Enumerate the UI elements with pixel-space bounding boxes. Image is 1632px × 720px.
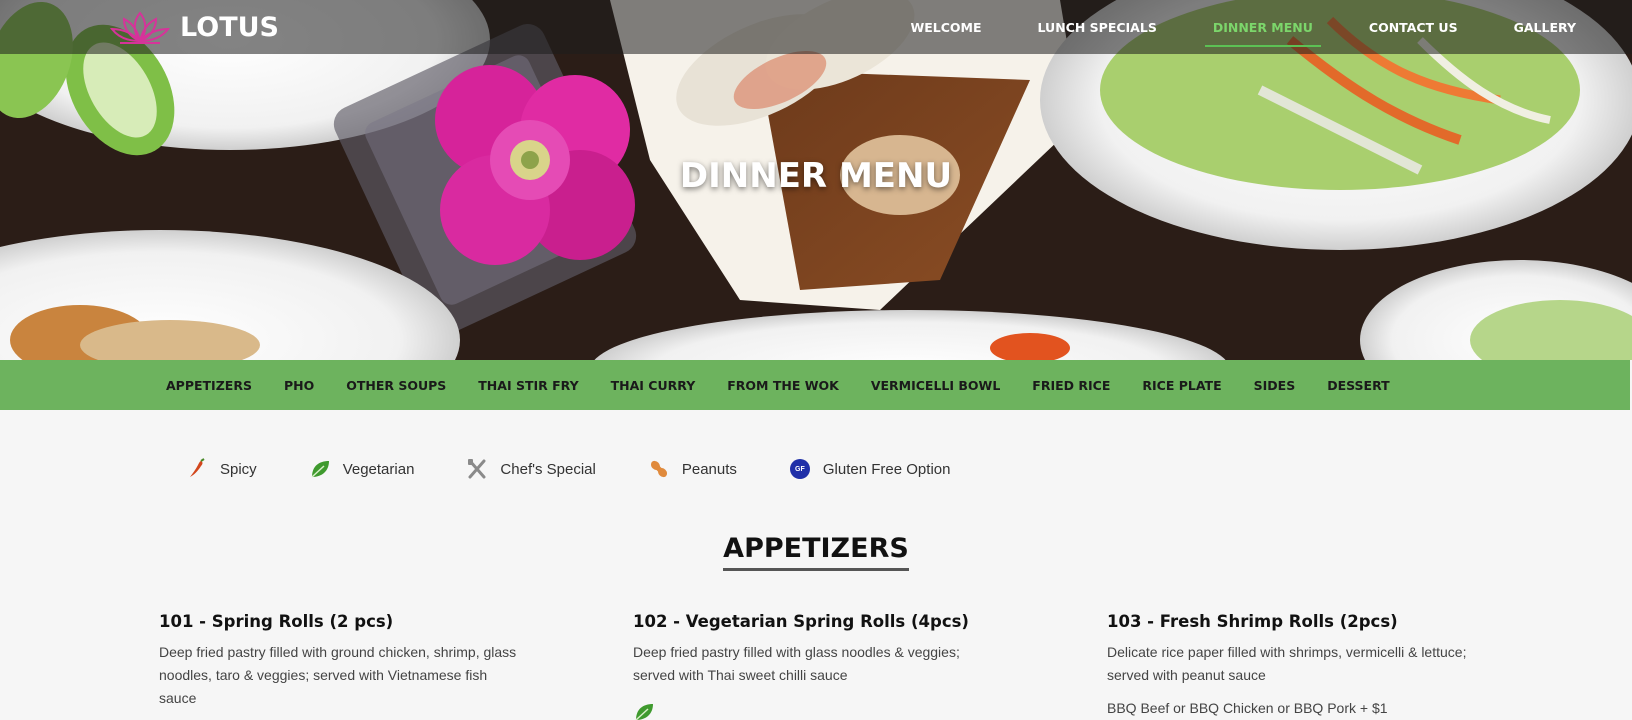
category-vermicelli-bowl[interactable]: VERMICELLI BOWL: [869, 374, 1002, 397]
menu-item-title: 103 - Fresh Shrimp Rolls (2pcs): [1107, 612, 1398, 631]
menu-item-description: Deep fried pastry filled with glass nood…: [633, 644, 960, 683]
menu-item-description: Delicate rice paper filled with shrimps,…: [1107, 644, 1467, 683]
menu-category-bar: APPETIZERS PHO OTHER SOUPS THAI STIR FRY…: [0, 360, 1630, 410]
hero-title: DINNER MENU: [679, 156, 953, 196]
peanut-icon: [648, 458, 670, 480]
leaf-icon: [309, 458, 331, 480]
category-thai-curry[interactable]: THAI CURRY: [609, 374, 698, 397]
brand-logo[interactable]: LOTUS: [108, 9, 279, 45]
category-rice-plate[interactable]: RICE PLATE: [1140, 374, 1223, 397]
nav-welcome[interactable]: WELCOME: [902, 14, 989, 41]
gluten-free-icon: GF: [789, 458, 811, 480]
nav-contact-us[interactable]: CONTACT US: [1361, 14, 1466, 41]
category-other-soups[interactable]: OTHER SOUPS: [344, 374, 448, 397]
leaf-icon: [633, 701, 655, 720]
legend-label: Spicy: [220, 460, 257, 478]
legend-peanuts: Peanuts: [648, 458, 737, 480]
top-navbar: LOTUS WELCOME LUNCH SPECIALS DINNER MENU…: [0, 0, 1632, 54]
category-sides[interactable]: SIDES: [1252, 374, 1298, 397]
gf-badge: GF: [789, 459, 810, 479]
category-fried-rice[interactable]: FRIED RICE: [1030, 374, 1112, 397]
menu-item: 102 - Vegetarian Spring Rolls (4pcs) Dee…: [633, 612, 1107, 720]
nav-dinner-menu[interactable]: DINNER MENU: [1204, 14, 1321, 47]
legend-spicy: Spicy: [186, 458, 257, 480]
menu-items-grid: 101 - Spring Rolls (2 pcs) Deep fried pa…: [159, 612, 1581, 720]
menu-item-title: 101 - Spring Rolls (2 pcs): [159, 612, 394, 631]
category-pho[interactable]: PHO: [282, 374, 316, 397]
hero-banner: LOTUS WELCOME LUNCH SPECIALS DINNER MENU…: [0, 0, 1632, 360]
legend-gluten-free: GF Gluten Free Option: [789, 458, 951, 480]
category-appetizers[interactable]: APPETIZERS: [164, 374, 254, 397]
menu-item-extra: BBQ Beef or BBQ Chicken or BBQ Pork + $1: [1107, 700, 1388, 716]
menu-item: 101 - Spring Rolls (2 pcs) Deep fried pa…: [159, 612, 633, 720]
menu-item: 103 - Fresh Shrimp Rolls (2pcs) Delicate…: [1107, 612, 1581, 720]
category-from-the-wok[interactable]: FROM THE WOK: [725, 374, 841, 397]
brand-name: LOTUS: [180, 11, 279, 43]
section-title: APPETIZERS: [723, 533, 909, 571]
legend-chefs-special: Chef's Special: [466, 458, 596, 480]
dietary-legend: Spicy Vegetarian Chef's Special Peanuts …: [186, 458, 1002, 480]
legend-label: Chef's Special: [500, 460, 596, 478]
legend-vegetarian: Vegetarian: [309, 458, 415, 480]
nav-gallery[interactable]: GALLERY: [1506, 14, 1584, 41]
legend-label: Gluten Free Option: [822, 460, 951, 478]
legend-label: Peanuts: [681, 460, 737, 478]
legend-label: Vegetarian: [342, 460, 415, 478]
section-heading: APPETIZERS: [0, 533, 1632, 571]
crossed-utensils-icon: [466, 458, 488, 480]
category-thai-stir-fry[interactable]: THAI STIR FRY: [476, 374, 580, 397]
menu-item-title: 102 - Vegetarian Spring Rolls (4pcs): [633, 612, 969, 631]
category-dessert[interactable]: DESSERT: [1325, 374, 1392, 397]
nav-lunch-specials[interactable]: LUNCH SPECIALS: [1030, 14, 1165, 41]
lotus-icon: [108, 9, 172, 45]
main-nav: WELCOME LUNCH SPECIALS DINNER MENU CONTA…: [862, 0, 1584, 54]
menu-item-description: Deep fried pastry filled with ground chi…: [159, 644, 517, 706]
chili-pepper-icon: [186, 458, 208, 480]
